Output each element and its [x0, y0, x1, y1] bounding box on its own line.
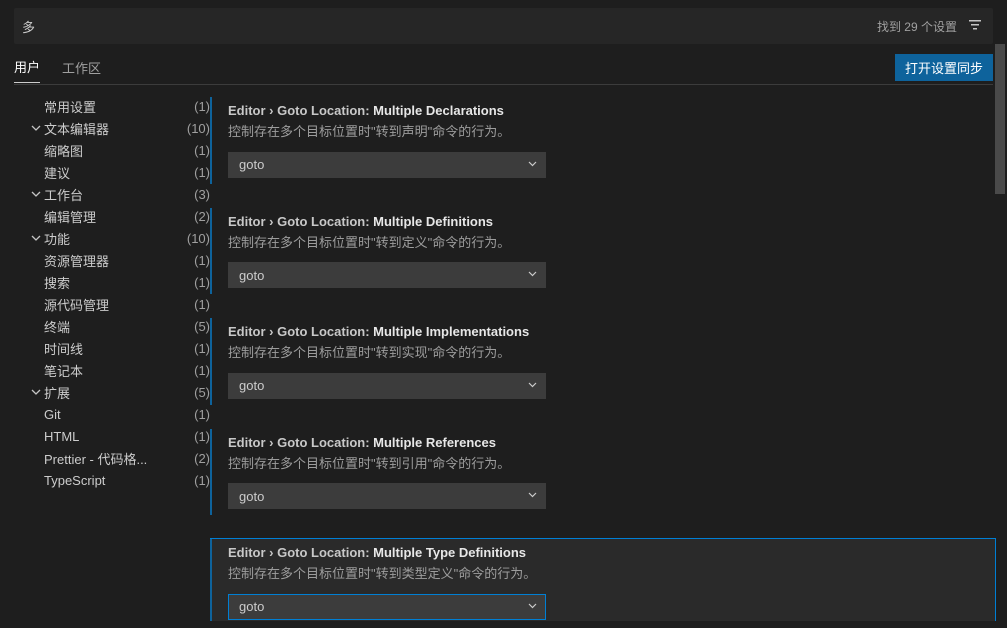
sidebar-item[interactable]: Git (1) [14, 403, 210, 425]
tab-workspace[interactable]: 工作区 [62, 52, 101, 83]
sidebar-item-label: 笔记本 [44, 361, 191, 380]
sidebar-item-label: Git [44, 407, 191, 422]
sidebar-item-label: 编辑管理 [44, 207, 191, 226]
sidebar-item-count: (1) [194, 473, 210, 488]
settings-tabs: 用户 工作区 打开设置同步 [0, 50, 1007, 84]
sidebar-item[interactable]: 笔记本 (1) [14, 359, 210, 381]
sidebar-item[interactable]: 工作台 (3) [14, 183, 210, 205]
sidebar-item-count: (5) [194, 385, 210, 400]
scrollbar-thumb[interactable] [995, 44, 1005, 194]
sidebar-item-label: 文本编辑器 [44, 119, 184, 138]
settings-search-input[interactable] [22, 19, 877, 34]
sidebar-item[interactable]: 功能 (10) [14, 227, 210, 249]
sidebar-item[interactable]: 扩展 (5) [14, 381, 210, 403]
sidebar-item-label: 建议 [44, 163, 191, 182]
setting-select[interactable]: goto [228, 483, 546, 509]
sidebar-item-label: HTML [44, 429, 191, 444]
sidebar-item[interactable]: 编辑管理 (2) [14, 205, 210, 227]
sidebar-item-count: (1) [194, 165, 210, 180]
chevron-down-icon [28, 233, 44, 243]
sidebar-item-label: 功能 [44, 229, 184, 248]
sidebar-item-label: 搜索 [44, 273, 191, 292]
settings-content: Editor › Goto Location: Multiple Declara… [210, 85, 1007, 621]
search-result-count: 找到 29 个设置 [877, 18, 957, 35]
sidebar-item-label: 终端 [44, 317, 191, 336]
sidebar-item[interactable]: HTML (1) [14, 425, 210, 447]
settings-search-bar: 找到 29 个设置 [14, 8, 993, 44]
setting-item[interactable]: Editor › Goto Location: Multiple Declara… [210, 97, 995, 184]
scrollbar-track [995, 44, 1007, 620]
setting-item[interactable]: Editor › Goto Location: Multiple Referen… [210, 429, 995, 516]
setting-description: 控制存在多个目标位置时"转到类型定义"命令的行为。 [228, 564, 977, 584]
sidebar-item-count: (1) [194, 143, 210, 158]
setting-description: 控制存在多个目标位置时"转到定义"命令的行为。 [228, 233, 977, 253]
setting-select[interactable]: goto [228, 152, 546, 178]
sidebar-item-count: (5) [194, 319, 210, 334]
setting-select[interactable]: goto [228, 262, 546, 288]
chevron-down-icon [28, 387, 44, 397]
sidebar-item-count: (1) [194, 363, 210, 378]
setting-select-wrap: goto [228, 594, 546, 620]
filter-icon[interactable] [965, 15, 985, 38]
sidebar-item[interactable]: 资源管理器 (1) [14, 249, 210, 271]
sidebar-item-count: (3) [194, 187, 210, 202]
sidebar-item[interactable]: 文本编辑器 (10) [14, 117, 210, 139]
setting-title: Editor › Goto Location: Multiple Definit… [228, 214, 977, 229]
sidebar-item-label: 扩展 [44, 383, 191, 402]
setting-item[interactable]: Editor › Goto Location: Multiple Definit… [210, 208, 995, 295]
tab-user[interactable]: 用户 [14, 51, 40, 83]
setting-select[interactable]: goto [228, 594, 546, 620]
open-settings-sync-button[interactable]: 打开设置同步 [895, 54, 993, 81]
setting-title: Editor › Goto Location: Multiple Impleme… [228, 324, 977, 339]
setting-select-wrap: goto [228, 373, 546, 399]
sidebar-item[interactable]: 搜索 (1) [14, 271, 210, 293]
sidebar-item[interactable]: 缩略图 (1) [14, 139, 210, 161]
sidebar-item-label: 常用设置 [44, 97, 191, 116]
sidebar-item-count: (1) [194, 99, 210, 114]
sidebar-item-count: (1) [194, 297, 210, 312]
setting-title: Editor › Goto Location: Multiple Type De… [228, 545, 977, 560]
sidebar-item[interactable]: 时间线 (1) [14, 337, 210, 359]
setting-select-wrap: goto [228, 262, 546, 288]
sidebar-item-count: (1) [194, 429, 210, 444]
setting-description: 控制存在多个目标位置时"转到声明"命令的行为。 [228, 122, 977, 142]
sidebar-item-count: (1) [194, 275, 210, 290]
sidebar-item-count: (2) [194, 451, 210, 466]
settings-sidebar: 常用设置 (1)文本编辑器 (10)缩略图 (1)建议 (1)工作台 (3)编辑… [0, 85, 210, 621]
setting-description: 控制存在多个目标位置时"转到实现"命令的行为。 [228, 343, 977, 363]
sidebar-item[interactable]: 建议 (1) [14, 161, 210, 183]
sidebar-item[interactable]: TypeScript (1) [14, 469, 210, 491]
sidebar-item-count: (10) [187, 231, 210, 246]
sidebar-item[interactable]: 常用设置 (1) [14, 95, 210, 117]
setting-item[interactable]: Editor › Goto Location: Multiple Impleme… [210, 318, 995, 405]
setting-select[interactable]: goto [228, 373, 546, 399]
sidebar-item-label: TypeScript [44, 473, 191, 488]
sidebar-item-label: 缩略图 [44, 141, 191, 160]
sidebar-item[interactable]: 源代码管理 (1) [14, 293, 210, 315]
sidebar-item-label: 时间线 [44, 339, 191, 358]
sidebar-item-count: (1) [194, 341, 210, 356]
setting-title: Editor › Goto Location: Multiple Referen… [228, 435, 977, 450]
setting-description: 控制存在多个目标位置时"转到引用"命令的行为。 [228, 454, 977, 474]
sidebar-item-label: Prettier - 代码格... [44, 449, 191, 468]
chevron-down-icon [28, 123, 44, 133]
setting-select-wrap: goto [228, 483, 546, 509]
setting-item[interactable]: Editor › Goto Location: Multiple Type De… [210, 539, 995, 621]
sidebar-item-label: 工作台 [44, 185, 191, 204]
setting-title: Editor › Goto Location: Multiple Declara… [228, 103, 977, 118]
sidebar-item[interactable]: Prettier - 代码格... (2) [14, 447, 210, 469]
sidebar-item-count: (2) [194, 209, 210, 224]
sidebar-item-count: (1) [194, 407, 210, 422]
sidebar-item[interactable]: 终端 (5) [14, 315, 210, 337]
sidebar-item-label: 资源管理器 [44, 251, 191, 270]
sidebar-item-count: (1) [194, 253, 210, 268]
setting-select-wrap: goto [228, 152, 546, 178]
chevron-down-icon [28, 189, 44, 199]
sidebar-item-label: 源代码管理 [44, 295, 191, 314]
sidebar-item-count: (10) [187, 121, 210, 136]
